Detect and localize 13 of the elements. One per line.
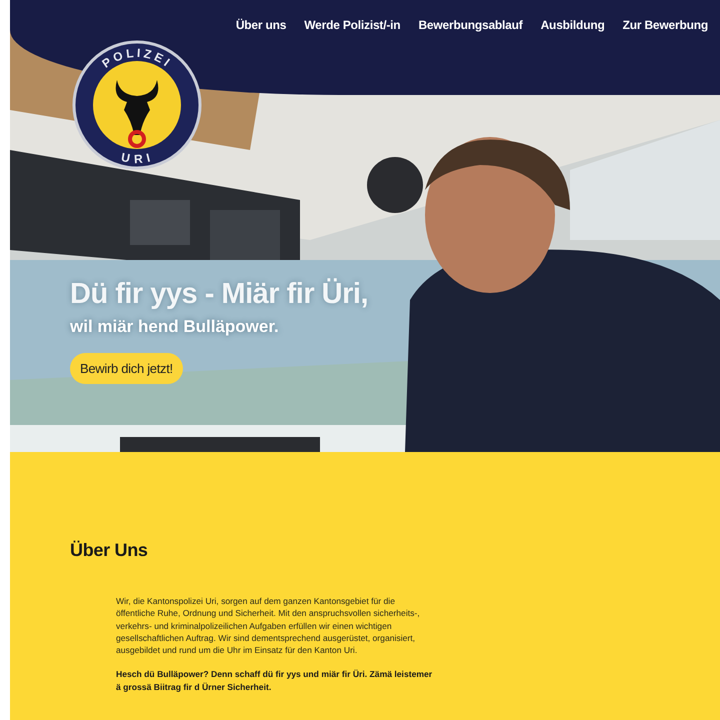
paragraph: Wir, die Kantonspolizei Uri, sorgen auf dem ganzen Kantonsgebiet für die öffentliche Ruhe, Ordnung und Sicherheit. Mit den anspruchsvollen sicherheits-, verkehrs- und kriminalpolizeilichen Aufgaben erfüllen wir einen wichtigen gesellschaftlichen Auftrag. Wir sind dementsprechend ausgerüstet, organisiert, ausgebildet und rund um die Uhr im Einsatz für den Kanton Uri. [116,595,421,656]
hero-subtitle: wil miär hend Bulläpower. [70,317,279,337]
nav-link[interactable]: Über uns [236,18,286,32]
nav-link[interactable]: Werde Polizist/-in [304,18,400,32]
logo-text: POLIZEI [100,46,175,71]
nav-link[interactable]: Ausbildung [540,18,605,32]
hero-title: Dü fir yys - Miär fir Üri, [70,278,368,311]
nav-link[interactable]: Zur Bewerbung [622,18,708,32]
logo-text: URI [120,150,154,166]
paragraph: Hesch dü Bulläpower? Denn schaff dü fir yys und miär fir Üri. Zämä leistemer ä grossä Biitrag fir d Ürner Sicherheit. [116,668,434,694]
section-heading: Über Uns [70,540,149,561]
nav-link[interactable]: Bewerbungsablauf [418,18,523,32]
apply-button[interactable]: Bewirb dich jetzt! [70,353,183,384]
